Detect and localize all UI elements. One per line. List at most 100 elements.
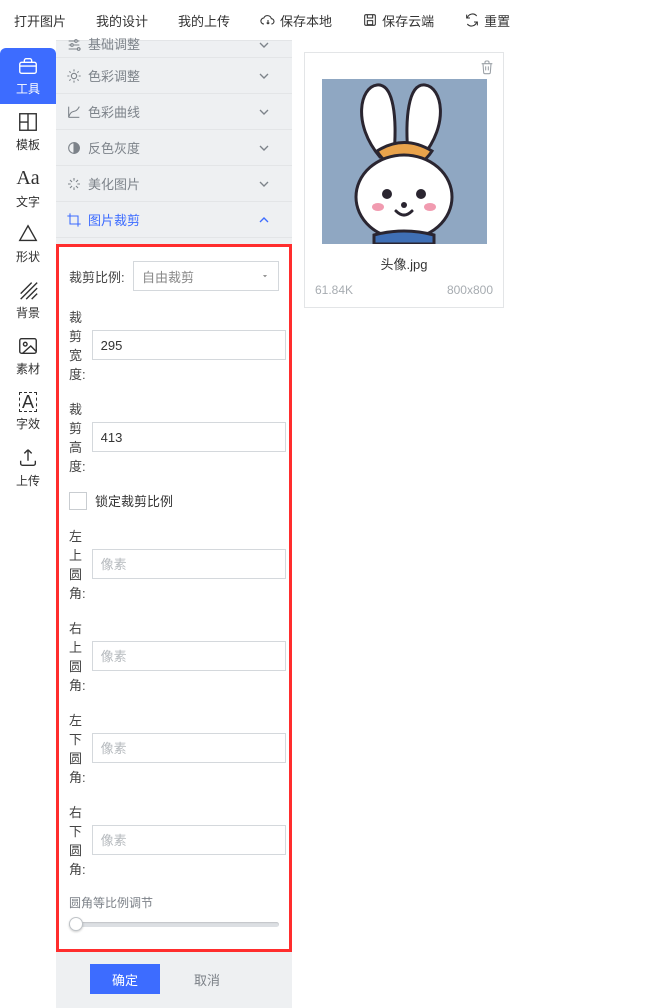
palette-icon <box>66 68 82 84</box>
rail-text-effect-label: 字效 <box>16 415 40 432</box>
image-dimensions: 800x800 <box>447 283 493 297</box>
sliders-icon <box>66 37 82 53</box>
acc-color-adjust-label: 色彩调整 <box>88 66 140 85</box>
slider-thumb[interactable] <box>69 917 83 931</box>
rail-background[interactable]: 背景 <box>0 272 56 328</box>
upload-icon <box>17 447 39 469</box>
rail-material[interactable]: 素材 <box>0 328 56 384</box>
menu-save-local[interactable]: 保存本地 <box>260 11 332 30</box>
rail-text-effect[interactable]: A 字效 <box>0 384 56 440</box>
corner-tl-row: 左上圆角: <box>69 526 279 602</box>
sparkle-icon <box>66 176 82 192</box>
image-filename: 头像.jpg <box>305 254 503 273</box>
corner-tr-input[interactable] <box>92 641 286 671</box>
chevron-down-icon <box>256 176 272 192</box>
rail-upload[interactable]: 上传 <box>0 440 56 496</box>
acc-invert-gray[interactable]: 反色灰度 <box>56 130 292 166</box>
rail-background-label: 背景 <box>16 304 40 321</box>
template-icon <box>17 111 39 133</box>
avatar-illustration <box>322 79 487 244</box>
rail-tools-label: 工具 <box>16 80 40 97</box>
rail-tools[interactable]: 工具 <box>0 48 56 104</box>
acc-beautify[interactable]: 美化图片 <box>56 166 292 202</box>
curve-icon <box>66 104 82 120</box>
corner-bl-label: 左下圆角: <box>69 710 86 786</box>
crop-ratio-value: 自由裁剪 <box>142 267 194 286</box>
chevron-down-icon <box>256 68 272 84</box>
crop-height-label: 裁剪高度: <box>69 399 86 475</box>
crop-height-input[interactable] <box>92 422 286 452</box>
rail-upload-label: 上传 <box>16 472 40 489</box>
acc-beautify-label: 美化图片 <box>88 174 140 193</box>
crop-ratio-select[interactable]: 自由裁剪 <box>133 261 279 291</box>
cancel-button[interactable]: 取消 <box>172 964 242 994</box>
main-layout: 工具 模板 Aa 文字 形状 背景 素材 A 字效 上传 <box>0 40 668 1008</box>
tool-panel: 基础调整 色彩调整 色彩曲线 反色灰度 美化图片 图片裁剪 <box>56 40 292 1008</box>
crop-icon <box>66 212 82 228</box>
rail-shape[interactable]: 形状 <box>0 216 56 272</box>
corner-slider-wrap: 圆角等比例调节 <box>69 894 279 931</box>
invert-icon <box>66 140 82 156</box>
crop-ratio-label: 裁剪比例: <box>69 267 127 286</box>
trash-icon[interactable] <box>479 59 495 75</box>
rail-shape-label: 形状 <box>16 248 40 265</box>
crop-ratio-row: 裁剪比例: 自由裁剪 <box>69 261 279 291</box>
rail-template[interactable]: 模板 <box>0 104 56 160</box>
menu-reset[interactable]: 重置 <box>464 11 510 30</box>
toolbox-icon <box>17 55 39 77</box>
ok-button[interactable]: 确定 <box>90 964 160 994</box>
rail-text-label: 文字 <box>16 193 40 210</box>
image-card-actions <box>305 53 503 75</box>
corner-bl-input[interactable] <box>92 733 286 763</box>
chevron-up-icon <box>256 212 272 228</box>
corner-slider[interactable] <box>69 917 279 931</box>
menu-save-local-label: 保存本地 <box>280 11 332 30</box>
image-card: 头像.jpg 61.84K 800x800 <box>304 52 504 308</box>
image-meta: 61.84K 800x800 <box>305 273 503 307</box>
corner-br-input[interactable] <box>92 825 286 855</box>
hatch-icon <box>17 279 39 301</box>
corner-slider-label: 圆角等比例调节 <box>69 894 279 911</box>
reset-icon <box>464 12 480 28</box>
acc-crop[interactable]: 图片裁剪 <box>56 202 292 238</box>
lock-ratio-checkbox[interactable] <box>69 492 87 510</box>
acc-invert-gray-label: 反色灰度 <box>88 138 140 157</box>
rail-material-label: 素材 <box>16 360 40 377</box>
save-cloud-icon <box>362 12 378 28</box>
image-size: 61.84K <box>315 283 353 297</box>
text-effect-icon: A <box>19 392 37 412</box>
corner-tl-input[interactable] <box>92 549 286 579</box>
lock-ratio-row: 锁定裁剪比例 <box>69 491 279 510</box>
corner-tl-label: 左上圆角: <box>69 526 86 602</box>
crop-width-label: 裁剪宽度: <box>69 307 86 383</box>
corner-bl-row: 左下圆角: <box>69 710 279 786</box>
menu-my-upload[interactable]: 我的上传 <box>178 11 230 30</box>
menu-my-design[interactable]: 我的设计 <box>96 11 148 30</box>
crop-width-row: 裁剪宽度: <box>69 307 279 383</box>
crop-height-row: 裁剪高度: <box>69 399 279 475</box>
corner-tr-row: 右上圆角: <box>69 618 279 694</box>
lock-ratio-label: 锁定裁剪比例 <box>95 491 173 510</box>
image-thumbnail[interactable] <box>322 79 487 244</box>
menu-reset-label: 重置 <box>484 11 510 30</box>
crop-form: 裁剪比例: 自由裁剪 裁剪宽度: 裁剪高度: 锁定裁剪比例 左上圆角: <box>56 244 292 952</box>
caret-down-icon <box>260 271 270 281</box>
chevron-down-icon <box>256 140 272 156</box>
acc-color-curve-label: 色彩曲线 <box>88 102 140 121</box>
menu-save-cloud-label: 保存云端 <box>382 11 434 30</box>
corner-tr-label: 右上圆角: <box>69 618 86 694</box>
canvas-area: 头像.jpg 61.84K 800x800 <box>292 40 668 1008</box>
acc-basic-adjust[interactable]: 基础调整 <box>56 40 292 58</box>
crop-width-input[interactable] <box>92 330 286 360</box>
chevron-down-icon <box>256 37 272 53</box>
acc-color-adjust[interactable]: 色彩调整 <box>56 58 292 94</box>
rail-text[interactable]: Aa 文字 <box>0 160 56 216</box>
menu-save-cloud[interactable]: 保存云端 <box>362 11 434 30</box>
menu-open-image[interactable]: 打开图片 <box>14 11 66 30</box>
text-aa-icon: Aa <box>16 167 39 190</box>
crop-buttons-row: 确定 取消 <box>56 952 292 1008</box>
chevron-down-icon <box>256 104 272 120</box>
corner-br-row: 右下圆角: <box>69 802 279 878</box>
acc-color-curve[interactable]: 色彩曲线 <box>56 94 292 130</box>
slider-track <box>69 922 279 927</box>
